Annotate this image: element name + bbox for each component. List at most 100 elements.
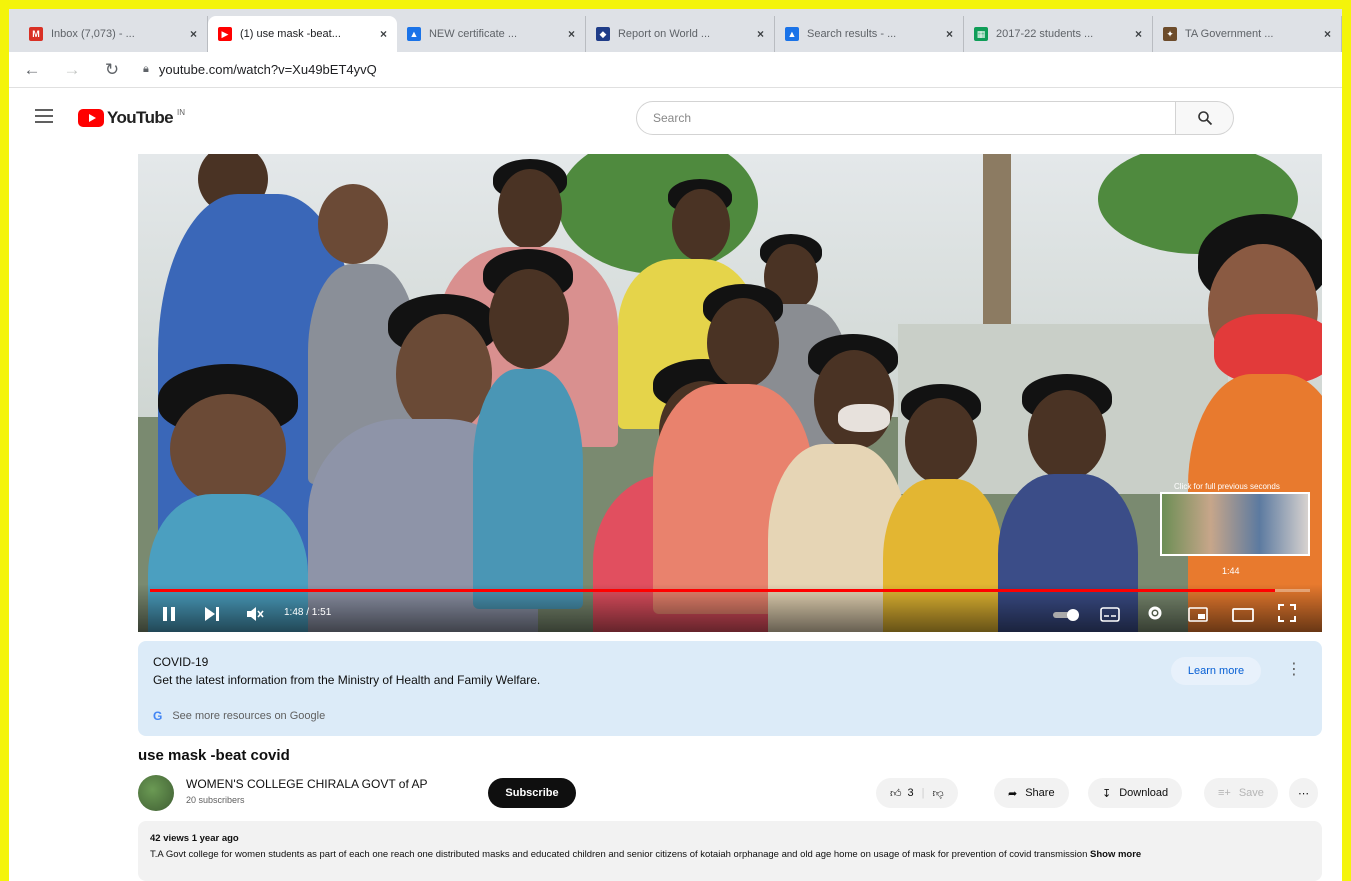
save-button[interactable]: ≡+ Save <box>1204 778 1278 808</box>
subscribe-button[interactable]: Subscribe <box>488 778 576 808</box>
browser-tab[interactable]: ▲ NEW certificate ... × <box>397 16 586 52</box>
like-dislike-group: 👍︎ 3 | 👎︎ <box>876 778 958 808</box>
autoplay-icon <box>1053 609 1079 621</box>
close-tab-icon[interactable]: × <box>1324 27 1331 41</box>
youtube-play-icon <box>78 109 104 127</box>
close-tab-icon[interactable]: × <box>568 27 575 41</box>
drive-icon: ▲ <box>406 27 421 41</box>
close-tab-icon[interactable]: × <box>1135 27 1142 41</box>
tab-title: TA Government ... <box>1184 28 1274 40</box>
theater-mode-button[interactable] <box>1232 608 1254 622</box>
youtube-wordmark: YouTube <box>107 108 174 127</box>
browser-window: M Inbox (7,073) - ... × ▶ (1) use mask -beat… <box>9 9 1342 881</box>
lock-icon: 🔒︎ <box>143 63 149 75</box>
close-tab-icon[interactable]: × <box>946 27 953 41</box>
like-count: 3 <box>907 787 914 799</box>
fullscreen-icon <box>1278 604 1296 622</box>
address-bar[interactable]: 🔒︎ youtube.com/watch?v=Xu49bET4yvQ <box>143 62 377 77</box>
seek-preview-thumbnail <box>1160 492 1310 556</box>
volume-muted-icon <box>247 607 264 621</box>
emblem-icon: ✦ <box>1162 27 1177 41</box>
close-tab-icon[interactable]: × <box>757 27 764 41</box>
pause-icon <box>163 607 175 621</box>
google-link-text: See more resources on Google <box>172 710 326 722</box>
back-icon[interactable]: ← <box>23 60 41 80</box>
forward-icon[interactable]: → <box>63 60 81 80</box>
covid-heading: COVID-19 <box>153 655 209 669</box>
browser-tab[interactable]: ▶ (1) use mask -beat... × <box>208 16 397 52</box>
more-options-icon[interactable]: ⋮ <box>1286 659 1302 679</box>
miniplayer-icon <box>1188 607 1208 622</box>
show-more-link[interactable]: Show more <box>1090 849 1141 860</box>
mute-button[interactable] <box>246 606 264 622</box>
browser-tab[interactable]: M Inbox (7,073) - ... × <box>19 16 208 52</box>
thumbs-up-icon: 👍︎ <box>890 787 902 800</box>
fullscreen-button[interactable] <box>1278 604 1296 622</box>
seek-preview-caption: Click for full previous seconds <box>1174 482 1280 491</box>
subscriber-count: 20 subscribers <box>186 795 245 805</box>
url-text: youtube.com/watch?v=Xu49bET4yvQ <box>158 62 377 77</box>
next-button[interactable] <box>204 606 220 622</box>
tab-title: Report on World ... <box>617 28 711 40</box>
sheets-icon: ▦ <box>973 27 988 41</box>
search-button[interactable] <box>1176 101 1234 135</box>
description-box[interactable]: 42 views 1 year ago T.A Govt college for… <box>138 821 1322 881</box>
save-icon: ≡+ <box>1218 787 1231 799</box>
save-label: Save <box>1238 787 1264 799</box>
download-button[interactable]: ↧ Download <box>1088 778 1183 808</box>
channel-name[interactable]: WOMEN'S COLLEGE CHIRALA GOVT of AP <box>186 777 427 791</box>
tab-title: 2017-22 students ... <box>995 28 1094 40</box>
theater-icon <box>1232 608 1254 622</box>
like-button[interactable]: 👍︎ 3 <box>890 787 914 800</box>
autoplay-toggle[interactable] <box>1052 608 1082 622</box>
drive-icon: ▲ <box>784 27 799 41</box>
more-actions-button[interactable]: ⋯ <box>1289 778 1318 808</box>
face-mask <box>838 404 890 432</box>
tab-strip: M Inbox (7,073) - ... × ▶ (1) use mask -beat… <box>9 9 1342 52</box>
covid-info-panel: COVID-19 Get the latest information from… <box>138 641 1322 736</box>
description-text: T.A Govt college for women students as p… <box>150 847 1310 863</box>
browser-toolbar: ← → ↻ 🔒︎ youtube.com/watch?v=Xu49bET4yvQ <box>9 52 1342 88</box>
channel-avatar[interactable] <box>138 775 174 811</box>
seek-preview-time: 1:44 <box>1222 566 1240 576</box>
close-tab-icon[interactable]: × <box>380 27 387 41</box>
learn-more-button[interactable]: Learn more <box>1171 657 1261 685</box>
views-and-date: 42 views 1 year ago <box>150 833 239 844</box>
gear-icon <box>1148 606 1162 620</box>
more-horizontal-icon: ⋯ <box>1298 787 1309 800</box>
share-label: Share <box>1025 787 1055 799</box>
country-code: IN <box>177 108 185 117</box>
search-input[interactable]: Search <box>636 101 1176 135</box>
tab-title: (1) use mask -beat... <box>240 28 341 40</box>
tab-title: NEW certificate ... <box>428 28 518 40</box>
google-resources-link[interactable]: G See more resources on Google <box>153 709 325 723</box>
pause-button[interactable] <box>162 606 176 622</box>
progress-bar[interactable] <box>150 589 1310 592</box>
dislike-button[interactable]: 👎︎ <box>932 787 943 800</box>
subtitles-button[interactable] <box>1100 607 1120 622</box>
menu-icon[interactable] <box>35 109 53 123</box>
covid-text: Get the latest information from the Mini… <box>153 673 541 687</box>
tab-title: Search results - ... <box>806 28 897 40</box>
browser-tab[interactable]: ▦ 2017-22 students ... × <box>964 16 1153 52</box>
search-icon <box>1197 111 1212 126</box>
shield-icon: ◆ <box>595 27 610 41</box>
download-icon: ↧ <box>1102 787 1112 800</box>
browser-tab[interactable]: ▲ Search results - ... × <box>775 16 964 52</box>
progress-played <box>150 589 1276 592</box>
youtube-icon: ▶ <box>218 27 232 41</box>
google-icon: G <box>153 709 163 723</box>
video-player[interactable]: Click for full previous seconds 1:44 1:4… <box>138 154 1322 632</box>
next-icon <box>205 607 219 621</box>
share-button[interactable]: ➦ Share <box>994 778 1069 808</box>
close-tab-icon[interactable]: × <box>190 27 197 41</box>
settings-button[interactable] <box>1146 604 1164 622</box>
browser-tab[interactable]: ◆ Report on World ... × <box>586 16 775 52</box>
reload-icon[interactable]: ↻ <box>103 60 121 80</box>
browser-tab[interactable]: ✦ TA Government ... × <box>1153 16 1342 52</box>
subtitles-icon <box>1100 607 1120 622</box>
miniplayer-button[interactable] <box>1188 607 1208 622</box>
time-display: 1:48 / 1:51 <box>284 607 332 618</box>
thumbs-down-icon: 👎︎ <box>932 787 944 800</box>
youtube-logo[interactable]: YouTube IN <box>78 108 185 128</box>
